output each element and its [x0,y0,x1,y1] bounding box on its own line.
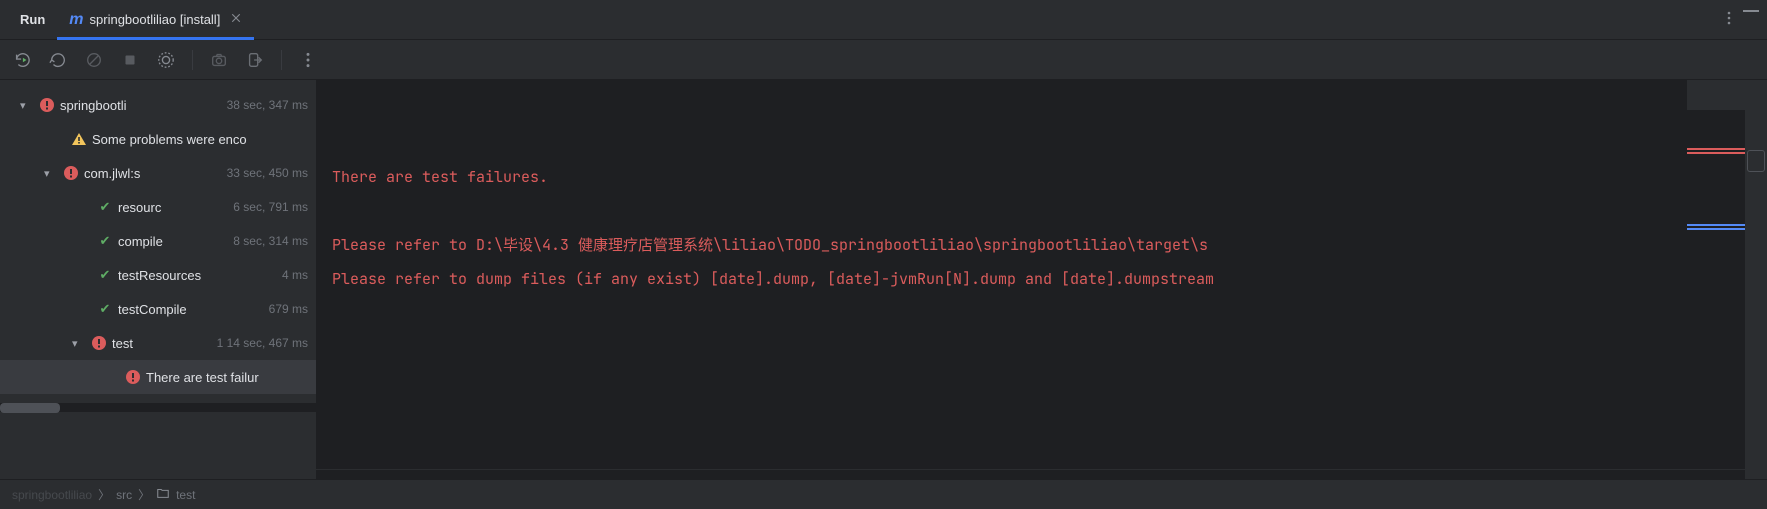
toggle-skip-icon[interactable] [84,50,104,70]
tabs-bar: Run m springbootliliao [install] [0,0,1767,40]
tree-root-label: springbootli [60,98,127,113]
tree-scrollbar[interactable] [0,402,316,412]
scrollbar-thumb[interactable] [0,403,60,413]
tree-failure[interactable]: There are test failur [0,360,316,394]
more-icon[interactable] [298,50,318,70]
tree-step-compile[interactable]: ✔ compile 8 sec, 314 ms [0,224,316,258]
tab-build[interactable]: m springbootliliao [install] [57,0,254,40]
breadcrumb-separator: 〉 [98,486,110,503]
tree-step-testcompile[interactable]: ✔ testCompile 679 ms [0,292,316,326]
check-icon: ✔ [96,301,114,317]
breadcrumb-separator: 〉 [138,486,150,503]
separator [192,50,193,70]
console-scrollbar[interactable] [316,469,1767,479]
tree-root[interactable]: ▾ springbootli 38 sec, 347 ms [0,88,316,122]
tree-module[interactable]: ▾ com.jlwl:s 33 sec, 450 ms [0,156,316,190]
step-time: 679 ms [269,302,308,316]
tab-run[interactable]: Run [8,0,57,40]
tree-module-time: 33 sec, 450 ms [227,166,308,180]
error-icon [38,97,56,113]
tree-root-time: 38 sec, 347 ms [227,98,308,112]
console-line: Please refer to dump files (if any exist… [332,269,1214,289]
breadcrumb-src[interactable]: src [116,488,132,502]
tab-build-label: springbootliliao [install] [90,12,221,27]
tree-failure-label: There are test failur [146,370,259,385]
step-time: 6 sec, 791 ms [233,200,308,214]
tab-run-label: Run [20,12,45,27]
chevron-down-icon: ▾ [72,337,86,350]
exit-icon[interactable] [245,50,265,70]
chevron-down-icon: ▾ [44,167,58,180]
console-line: Please refer to D:\毕设\4.3 健康理疗店管理系统\lili… [332,235,1208,255]
right-gutter [1745,80,1767,479]
content: ▾ springbootli 38 sec, 347 ms Some probl… [0,80,1767,479]
error-icon [124,369,142,385]
error-icon [62,165,80,181]
step-label: resourc [118,200,161,215]
folder-icon [156,486,170,503]
tree-module-label: com.jlwl:s [84,166,140,181]
tree-step-testresources[interactable]: ✔ testResources 4 ms [0,258,316,292]
step-label: testCompile [118,302,187,317]
toolbar [0,40,1767,80]
breadcrumb-bar: springbootliliao 〉 src 〉 test [0,479,1767,509]
tree-warning[interactable]: Some problems were enco [0,122,316,156]
minimize-icon[interactable] [1743,10,1759,12]
step-time: 4 ms [282,268,308,282]
tree-test-label: test [112,336,133,351]
rerun-failed-icon[interactable] [48,50,68,70]
tree-step-resources[interactable]: ✔ resourc 6 sec, 791 ms [0,190,316,224]
check-icon: ✔ [96,233,114,249]
close-icon[interactable] [230,12,242,27]
maven-icon: m [69,11,83,29]
step-label: compile [118,234,163,249]
stop-icon[interactable] [120,50,140,70]
test-tree: ▾ springbootli 38 sec, 347 ms Some probl… [0,80,316,479]
tree-test[interactable]: ▾ test 1 14 sec, 467 ms [0,326,316,360]
check-icon: ✔ [96,267,114,283]
step-time: 8 sec, 314 ms [233,234,308,248]
more-options-icon[interactable] [1721,10,1737,29]
warning-icon [70,131,88,147]
show-passed-icon[interactable] [156,50,176,70]
console-output[interactable]: There are test failures. Please refer to… [316,80,1767,479]
tree-test-time: 1 14 sec, 467 ms [217,336,308,350]
chevron-down-icon: ▾ [20,99,34,112]
breadcrumb-root[interactable]: springbootliliao [12,488,92,502]
screenshot-icon[interactable] [209,50,229,70]
step-label: testResources [118,268,201,283]
gutter-marker[interactable] [1747,150,1765,172]
check-icon: ✔ [96,199,114,215]
rerun-icon[interactable] [12,50,32,70]
tree-warning-label: Some problems were enco [92,132,247,147]
error-icon [90,335,108,351]
console-line: There are test failures. [332,167,548,187]
separator [281,50,282,70]
breadcrumb-test[interactable]: test [176,488,195,502]
